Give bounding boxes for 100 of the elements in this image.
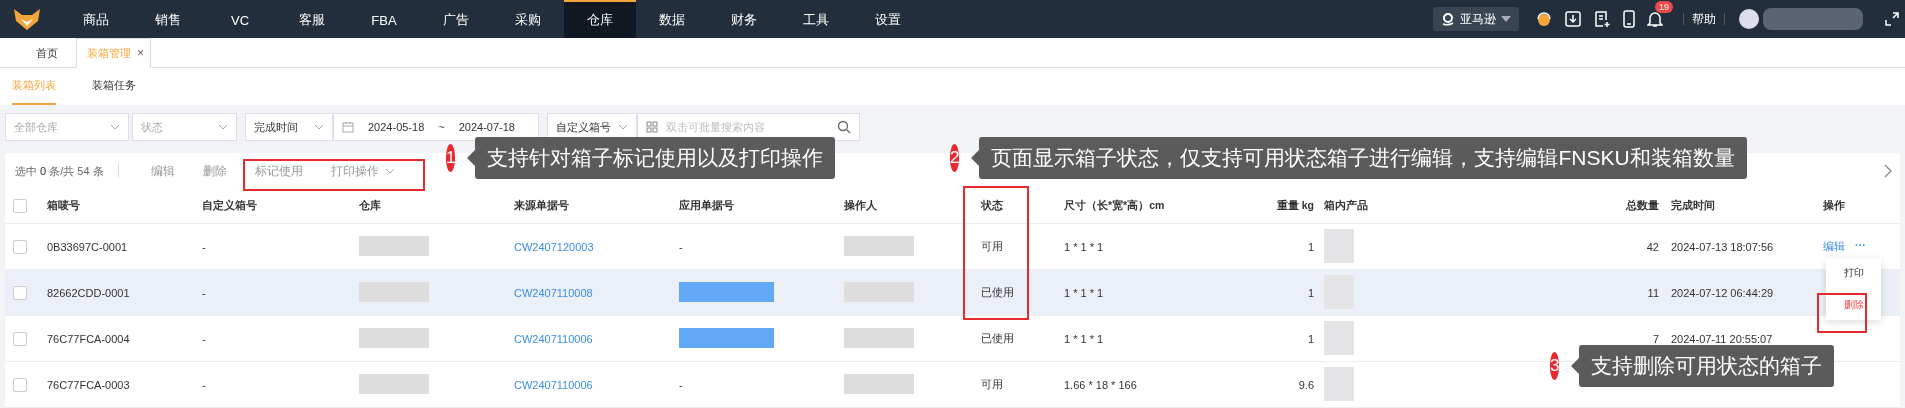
column-header: 总数量 — [1625, 199, 1659, 213]
document-add-icon[interactable] — [1593, 10, 1611, 28]
marketplace-select[interactable]: 亚马逊 — [1433, 7, 1519, 31]
column-header: 重量 kg — [1275, 199, 1314, 213]
nav-item[interactable]: 工具 — [780, 0, 852, 38]
nav-item[interactable]: 广告 — [420, 0, 492, 38]
column-header: 仓库 — [359, 199, 382, 213]
table-cell-text: 76C77FCA-0004 — [47, 332, 131, 345]
table-cell-text: 2024-07-11 20:55:07 — [1670, 332, 1774, 345]
source-document-link[interactable]: CW2407110006 — [514, 332, 679, 345]
redacted-block — [1324, 366, 1354, 401]
callout-tooltip: 支持删除可用状态的箱子 — [1579, 345, 1835, 387]
table-cell-text: - — [202, 378, 207, 391]
checkbox[interactable] — [13, 331, 27, 346]
nav-item[interactable]: 仓库 — [564, 0, 636, 38]
column-header: 操作 — [1823, 199, 1846, 213]
chevron-down-icon — [618, 124, 628, 130]
checkbox[interactable] — [13, 285, 27, 300]
highlight-frame — [1817, 293, 1867, 333]
column-header: 来源单据号 — [514, 199, 570, 213]
table-cell-text: 7 — [1651, 332, 1659, 345]
download-icon[interactable] — [1564, 10, 1582, 28]
nav-item[interactable]: FBA — [348, 0, 420, 38]
page-tab[interactable]: 首页 — [10, 39, 76, 67]
source-document-link[interactable]: CW2407120003 — [514, 240, 679, 253]
pointer-icon — [971, 150, 980, 166]
phone-icon[interactable] — [1622, 10, 1636, 28]
table-cell-text: 1 — [1306, 286, 1314, 299]
table-cell-text: - — [202, 286, 207, 299]
redacted-block — [359, 281, 429, 302]
redacted-block — [359, 235, 429, 256]
table-cell: - — [679, 240, 683, 253]
search-icon[interactable] — [837, 120, 851, 134]
source-document-link[interactable]: CW2407110006 — [514, 378, 679, 391]
status-text: 可用 — [981, 239, 1004, 254]
grid-icon — [646, 121, 658, 133]
table-cell-text: 1 * 1 * 1 — [1064, 332, 1105, 345]
step-number-badge: 1 — [446, 144, 456, 172]
table-cell-text: 1 * 1 * 1 — [1064, 286, 1105, 299]
redacted-block — [359, 327, 429, 348]
sub-tab[interactable]: 装箱任务 — [92, 68, 136, 105]
column-header: 箱唛号 — [47, 199, 81, 213]
chevron-down-icon — [110, 124, 120, 130]
table-cell-text: 1 * 1 * 1 — [1064, 240, 1105, 253]
nav-item[interactable]: VC — [204, 0, 276, 38]
page-tab[interactable]: 装箱管理 × — [76, 38, 151, 68]
bell-icon[interactable] — [1647, 10, 1663, 28]
nav-item[interactable]: 销售 — [132, 0, 204, 38]
redacted-block — [844, 327, 914, 348]
nav-item[interactable]: 商品 — [60, 0, 132, 38]
redacted-block — [844, 235, 914, 256]
table-cell-text: 1.66 * 18 * 166 — [1064, 378, 1138, 391]
step-number-badge: 2 — [950, 144, 960, 172]
date-type-select[interactable]: 完成时间 — [245, 113, 333, 141]
table-cell-text: 0B33697C-0001 — [47, 240, 129, 253]
table-cell-text: 42 — [1645, 240, 1659, 253]
nav-item[interactable]: 财务 — [708, 0, 780, 38]
column-header: 状态 — [981, 199, 1004, 213]
help-link[interactable]: 帮助 — [1692, 10, 1716, 28]
menu-item[interactable]: 删除 — [1843, 298, 1864, 312]
table-cell-text: 2024-07-12 06:44:29 — [1670, 286, 1775, 299]
table-cell-text: - — [202, 240, 207, 253]
redacted-block — [1324, 320, 1354, 355]
avatar[interactable] — [1739, 9, 1759, 29]
headset-icon[interactable] — [1535, 10, 1553, 28]
callout-tooltip: 支持针对箱子标记使用以及打印操作 — [475, 137, 836, 179]
status-text: 可用 — [981, 377, 1004, 392]
calendar-icon — [342, 121, 354, 133]
notification-badge: 19 — [1655, 1, 1673, 13]
expand-icon[interactable] — [1885, 12, 1899, 26]
column-header: 箱内产品 — [1323, 199, 1369, 213]
pointer-icon — [1571, 358, 1580, 374]
checkbox[interactable] — [13, 239, 27, 254]
callout-tooltip: 页面显示箱子状态，仅支持可用状态箱子进行编辑，支持编辑FNSKU和装箱数量 — [979, 137, 1747, 179]
checkbox[interactable] — [13, 377, 27, 392]
table-cell-text: 2024-07-13 18:07:56 — [1670, 240, 1775, 253]
status-text: 已使用 — [981, 331, 1015, 346]
table-cell-text: 82662CDD-0001 — [47, 286, 131, 299]
selection-count: 选中 0 条/共 54 条 — [15, 163, 104, 179]
redacted-block — [359, 373, 429, 394]
chevron-right-icon[interactable] — [1884, 164, 1892, 178]
edit-link[interactable]: 编辑 — [1823, 239, 1845, 254]
tab-label: 装箱管理 — [87, 45, 131, 61]
table-cell-text: 11 — [1646, 286, 1659, 299]
caret-icon — [1501, 15, 1511, 23]
pointer-icon — [467, 150, 476, 166]
chevron-down-icon — [218, 124, 228, 130]
checkbox[interactable] — [13, 199, 27, 213]
nav-item[interactable]: 设置 — [852, 0, 924, 38]
date-range-field[interactable]: 2024-05-18 ~ 2024-07-18 — [333, 113, 539, 141]
table-cell-text: 9.6 — [1297, 378, 1314, 391]
column-header: 应用单据号 — [679, 199, 735, 213]
table-cell: - — [679, 378, 683, 391]
nav-item[interactable]: 数据 — [636, 0, 708, 38]
close-icon[interactable]: × — [137, 46, 144, 60]
status-text: 已使用 — [981, 285, 1015, 300]
redacted-block — [844, 373, 914, 394]
nav-item[interactable]: 采购 — [492, 0, 564, 38]
column-header: 尺寸（长*宽*高）cm — [1064, 199, 1166, 213]
nav-item[interactable]: 客服 — [276, 0, 348, 38]
